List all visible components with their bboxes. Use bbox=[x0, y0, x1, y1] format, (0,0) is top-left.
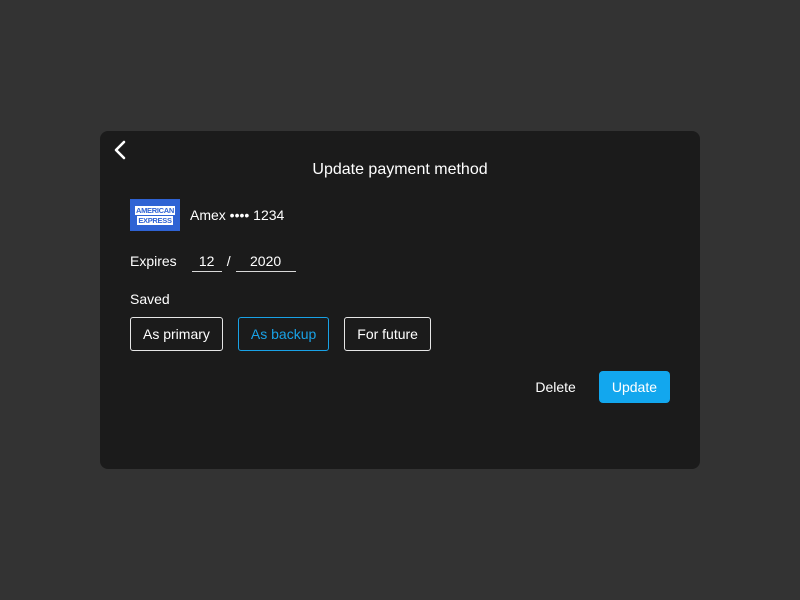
as-backup-option[interactable]: As backup bbox=[237, 317, 330, 351]
saved-options: As primary As backup For future bbox=[130, 317, 446, 351]
expiry-separator: / bbox=[226, 253, 231, 269]
expiry-month-input[interactable] bbox=[191, 250, 222, 272]
delete-button[interactable]: Delete bbox=[523, 371, 587, 403]
for-future-option[interactable]: For future bbox=[344, 317, 431, 351]
amex-logo-line2: EXPRESS bbox=[137, 215, 173, 225]
expiry-year-input[interactable] bbox=[235, 250, 296, 272]
dialog-actions: Delete Update bbox=[523, 371, 670, 403]
as-primary-option[interactable]: As primary bbox=[130, 317, 223, 351]
amex-logo: AMERICAN EXPRESS bbox=[130, 199, 180, 231]
chevron-left-icon bbox=[114, 140, 126, 160]
amex-logo-line1: AMERICAN bbox=[134, 205, 175, 215]
card-label: Amex •••• 1234 bbox=[190, 207, 285, 223]
update-button[interactable]: Update bbox=[598, 371, 670, 403]
card-summary: AMERICAN EXPRESS Amex •••• 1234 bbox=[130, 199, 284, 231]
update-payment-dialog: Update payment method AMERICAN EXPRESS A… bbox=[100, 131, 700, 469]
expires-row: Expires / bbox=[130, 249, 296, 273]
dialog-title: Update payment method bbox=[312, 161, 488, 178]
saved-label: Saved bbox=[130, 291, 170, 307]
expires-label: Expires bbox=[130, 253, 177, 269]
back-button[interactable] bbox=[110, 139, 132, 163]
